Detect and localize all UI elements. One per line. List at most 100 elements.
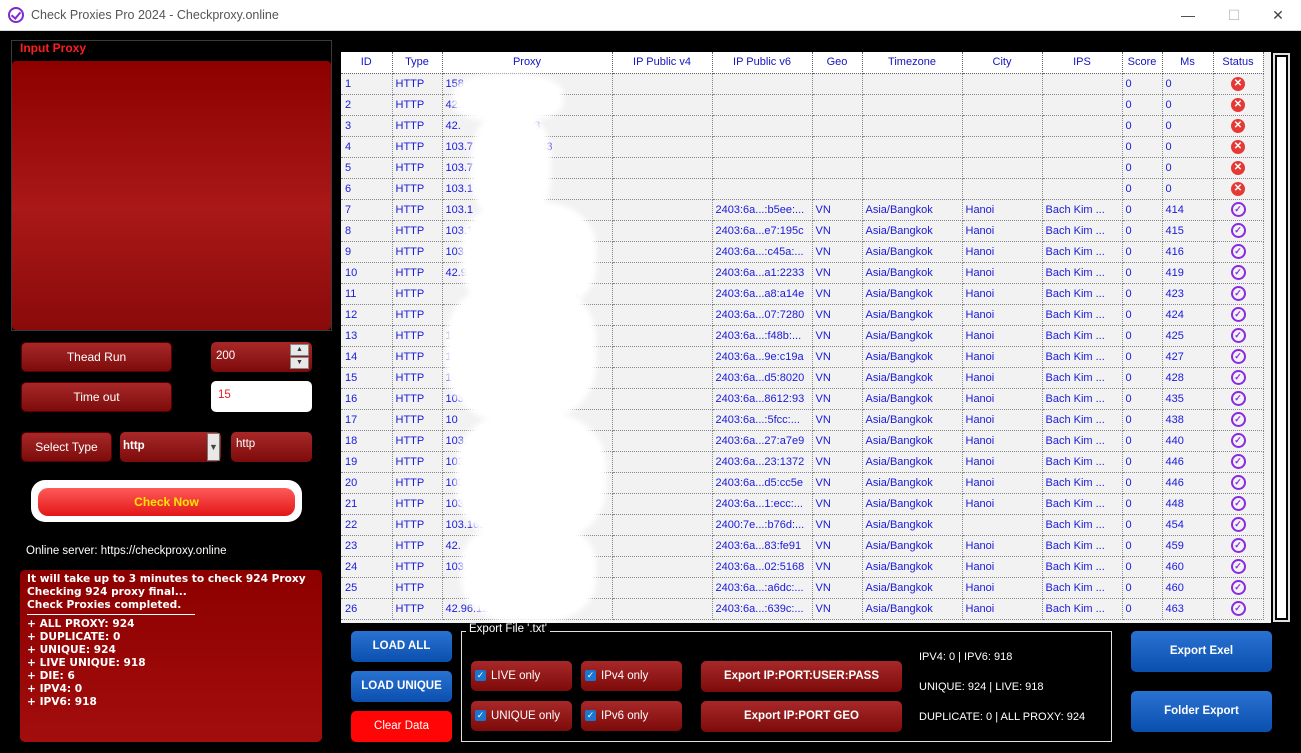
check-circle-icon: ✓ <box>1230 286 1246 301</box>
table-cell <box>1042 157 1123 179</box>
table-cell: VN <box>812 535 863 557</box>
log-stat: + ALL PROXY: 924 <box>27 618 135 630</box>
table-cell <box>712 115 813 137</box>
checkmark-icon: ✓ <box>585 710 596 721</box>
triangle-down-icon[interactable]: ▼ <box>290 357 309 369</box>
table-cell: 438 <box>1162 409 1214 431</box>
column-header[interactable]: IPS <box>1042 52 1123 74</box>
status-cell: ✓ <box>1213 409 1264 431</box>
table-cell <box>612 241 713 263</box>
type-select[interactable]: http ▼ <box>120 432 221 462</box>
timeout-button[interactable]: Time out <box>21 382 172 412</box>
triangle-up-icon[interactable]: ▲ <box>290 344 309 356</box>
column-header[interactable]: Geo <box>812 52 863 74</box>
table-cell: 0 <box>1122 262 1163 284</box>
table-cell: HTTP <box>392 325 443 347</box>
table-cell: Bach Kim ... <box>1042 241 1123 263</box>
export-excel-button[interactable]: Export Exel <box>1131 631 1272 672</box>
table-cell: 15 <box>341 367 393 389</box>
column-header[interactable]: Ms <box>1162 52 1214 74</box>
log-divider <box>27 614 195 615</box>
table-cell: HTTP <box>392 199 443 221</box>
table-cell: Asia/Bangkok <box>862 535 963 557</box>
table-cell: 2403:6a...e7:195c <box>712 220 813 242</box>
status-cell: ✓ <box>1213 367 1264 389</box>
maximize-button[interactable]: ☐ <box>1224 6 1244 24</box>
table-cell: Hanoi <box>962 577 1043 599</box>
column-header[interactable]: Score <box>1122 52 1163 74</box>
column-header[interactable]: Type <box>392 52 443 74</box>
table-cell: Asia/Bangkok <box>862 304 963 326</box>
status-cell: ✓ <box>1213 388 1264 410</box>
load-unique-button[interactable]: LOAD UNIQUE <box>351 671 452 702</box>
table-cell: Hanoi <box>962 472 1043 494</box>
table-cell <box>612 199 713 221</box>
column-header[interactable]: IP Public v4 <box>612 52 713 74</box>
column-header[interactable]: IP Public v6 <box>712 52 813 74</box>
column-header[interactable]: Proxy <box>442 52 613 74</box>
table-cell: 0 <box>1122 241 1163 263</box>
table-cell: 0 <box>1122 472 1163 494</box>
status-cell: ✕ <box>1213 136 1264 158</box>
status-cell: ✕ <box>1213 73 1264 95</box>
log-stat: + IPV6: 918 <box>27 696 97 708</box>
table-scrollbar[interactable] <box>1272 52 1291 623</box>
column-header[interactable]: Status <box>1213 52 1264 74</box>
table-cell: 414 <box>1162 199 1214 221</box>
table-cell <box>612 262 713 284</box>
scrollbar-thumb[interactable] <box>1275 55 1288 620</box>
table-cell <box>1042 73 1123 95</box>
ipv4-only-checkbox[interactable]: ✓ IPv4 only <box>581 661 682 691</box>
table-cell: 13 <box>341 325 393 347</box>
table-cell: HTTP <box>392 241 443 263</box>
check-circle-icon: ✓ <box>1230 538 1246 553</box>
export-ip-port-geo-button[interactable]: Export IP:PORT GEO <box>701 701 902 732</box>
table-cell: Bach Kim ... <box>1042 409 1123 431</box>
folder-export-button[interactable]: Folder Export <box>1131 691 1272 732</box>
table-cell: HTTP <box>392 577 443 599</box>
table-cell: 2 <box>341 94 393 116</box>
table-cell: Bach Kim ... <box>1042 388 1123 410</box>
table-cell: Bach Kim ... <box>1042 325 1123 347</box>
type-text-field[interactable]: http <box>231 432 312 462</box>
close-button[interactable]: ✕ <box>1268 6 1288 24</box>
unique-only-checkbox[interactable]: ✓ UNIQUE only <box>471 701 572 731</box>
table-cell: 2403:6a...:b5ee:... <box>712 199 813 221</box>
clear-data-button[interactable]: Clear Data <box>351 711 452 742</box>
export-ip-port-user-pass-button[interactable]: Export IP:PORT:USER:PASS <box>701 661 902 692</box>
thread-run-button[interactable]: Thead Run <box>21 342 172 372</box>
minimize-button[interactable]: — <box>1178 6 1198 24</box>
chevron-down-icon[interactable]: ▼ <box>207 433 220 461</box>
check-circle-icon: ✓ <box>1230 517 1246 532</box>
ipv6-only-checkbox[interactable]: ✓ IPv6 only <box>581 701 682 731</box>
table-cell <box>612 94 713 116</box>
table-cell: HTTP <box>392 262 443 284</box>
table-cell: 26 <box>341 598 393 620</box>
table-cell <box>612 409 713 431</box>
table-cell: Hanoi <box>962 346 1043 368</box>
table-cell <box>612 325 713 347</box>
table-cell: HTTP <box>392 283 443 305</box>
table-cell: Asia/Bangkok <box>862 556 963 578</box>
table-cell: 463 <box>1162 598 1214 620</box>
column-header[interactable]: Timezone <box>862 52 963 74</box>
table-cell: Asia/Bangkok <box>862 409 963 431</box>
column-header[interactable]: City <box>962 52 1043 74</box>
proxy-table[interactable]: ID Type Proxy IP Public v4 IP Public v6 Geo Ti… <box>341 52 1271 623</box>
table-cell: HTTP <box>392 220 443 242</box>
load-all-button[interactable]: LOAD ALL <box>351 631 452 662</box>
table-cell: HTTP <box>392 157 443 179</box>
table-cell: Bach Kim ... <box>1042 430 1123 452</box>
table-cell: 0 <box>1122 136 1163 158</box>
live-only-checkbox[interactable]: ✓ LIVE only <box>471 661 572 691</box>
table-cell <box>862 178 963 200</box>
column-header[interactable]: ID <box>341 52 393 74</box>
table-cell: 2403:6a...:f48b:... <box>712 325 813 347</box>
table-cell: Hanoi <box>962 388 1043 410</box>
proxy-input-textarea[interactable] <box>12 61 331 330</box>
thread-count-spinner[interactable]: 200 ▲ ▼ <box>211 342 312 372</box>
table-cell <box>812 73 863 95</box>
check-now-button[interactable]: Check Now <box>38 488 295 516</box>
select-type-button[interactable]: Select Type <box>21 432 112 462</box>
timeout-field[interactable]: 15 <box>211 381 312 412</box>
